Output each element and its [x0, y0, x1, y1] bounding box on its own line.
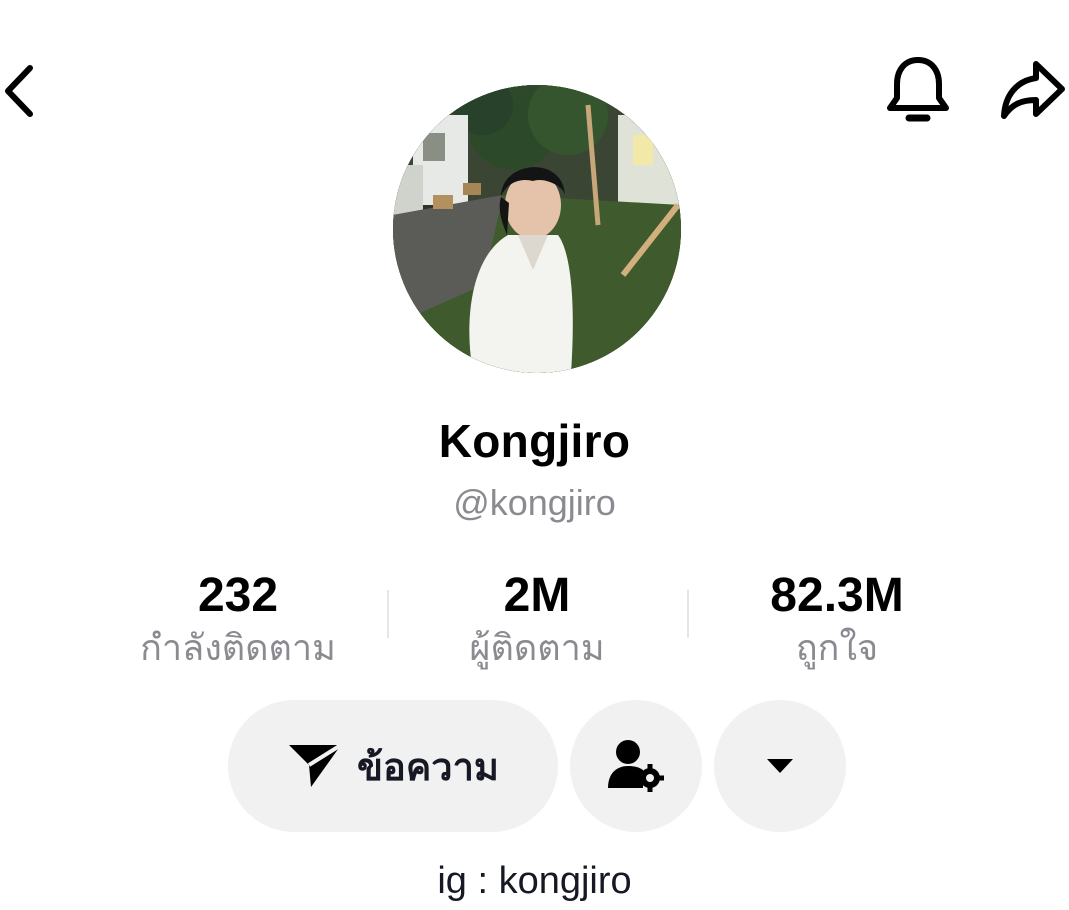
- profile-settings-button[interactable]: [570, 700, 702, 832]
- stat-followers-label: ผู้ติดตาม: [469, 627, 605, 668]
- message-label: ข้อความ: [357, 746, 499, 789]
- chevron-left-icon: [5, 65, 33, 117]
- bio-text: ig : kongjiro: [437, 860, 632, 902]
- stat-followers[interactable]: 2M ผู้ติดตาม: [387, 568, 687, 670]
- stat-likes[interactable]: 82.3M ถูกใจ: [687, 568, 987, 670]
- username-handle: @kongjiro: [453, 482, 616, 523]
- user-settings-icon: [608, 740, 664, 792]
- display-name: Kongjiro: [438, 415, 631, 467]
- back-button[interactable]: [0, 58, 46, 124]
- share-button[interactable]: [996, 54, 1069, 128]
- stat-following-label: กำลังติดตาม: [140, 627, 336, 668]
- stat-following-value: 232: [197, 569, 279, 622]
- share-arrow-icon: [1001, 61, 1065, 119]
- stat-likes-label: ถูกใจ: [795, 627, 879, 668]
- send-icon: [289, 743, 343, 787]
- bell-icon: [887, 57, 949, 122]
- caret-down-icon: [767, 759, 793, 773]
- notification-button[interactable]: [882, 52, 954, 130]
- more-options-button[interactable]: [714, 700, 846, 832]
- stat-following[interactable]: 232 กำลังติดตาม: [88, 568, 388, 670]
- stat-followers-value: 2M: [503, 569, 571, 622]
- stat-likes-value: 82.3M: [770, 569, 904, 622]
- avatar-photo: [393, 85, 681, 373]
- avatar[interactable]: [393, 85, 681, 373]
- message-button[interactable]: ข้อความ: [228, 700, 558, 832]
